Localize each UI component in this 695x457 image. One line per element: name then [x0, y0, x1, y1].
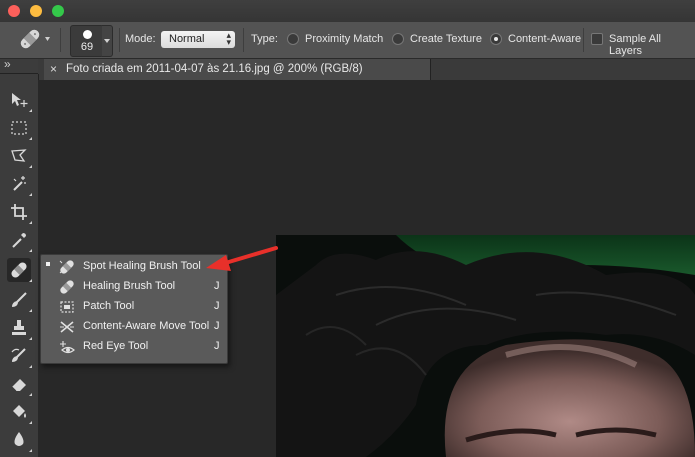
lasso-tool[interactable] [7, 144, 32, 168]
mode-select[interactable]: Normal ▴ ▾ [161, 31, 235, 48]
bandage-icon [60, 280, 74, 294]
brush-size-picker[interactable]: 69 [70, 25, 104, 57]
magic-wand-icon [13, 176, 26, 191]
tool-group-indicator [29, 365, 32, 368]
eraser-icon [11, 379, 26, 392]
toolbar-header: » [0, 57, 38, 74]
menu-item-label: Red Eye Tool [83, 340, 149, 352]
tool-group-indicator [29, 165, 32, 168]
tool-group-indicator [29, 309, 32, 312]
tool-group-indicator [29, 193, 32, 196]
lasso-icon [11, 149, 27, 162]
tool-group-indicator [29, 137, 32, 140]
sample-all-layers-label[interactable]: Sample All Layers [609, 33, 695, 57]
close-tab-icon[interactable]: × [50, 62, 57, 76]
options-bar: 69 Mode: Normal ▴ ▾ Type: Proximity Match… [0, 22, 695, 59]
tool-group-indicator [29, 337, 32, 340]
move-icon [12, 93, 28, 107]
document-tab-bar: × Foto criada em 2011-04-07 às 21.16.jpg… [38, 59, 695, 81]
patch-icon [60, 301, 74, 313]
rectangular-marquee-tool[interactable] [7, 116, 32, 140]
proximity-match-label[interactable]: Proximity Match [305, 33, 383, 45]
content-aware-move-icon [60, 321, 74, 333]
menu-item-red-eye[interactable]: Red Eye Tool J [41, 337, 227, 357]
eye-icon [60, 341, 75, 354]
photo-content [276, 235, 695, 457]
clone-stamp-tool[interactable] [7, 316, 32, 340]
updown-chevron-icon: ▴ ▾ [226, 30, 231, 47]
divider [60, 28, 61, 52]
tool-group-indicator [29, 421, 32, 424]
marquee-icon [11, 121, 27, 135]
sample-all-layers-checkbox[interactable] [591, 33, 603, 45]
menu-item-label: Healing Brush Tool [83, 280, 176, 292]
menu-item-label: Content-Aware Move Tool [83, 320, 210, 332]
collapse-panel-icon[interactable]: » [4, 57, 11, 71]
brush-tip-preview [83, 30, 92, 39]
menu-item-shortcut: J [214, 280, 220, 292]
brush-picker-arrow[interactable] [102, 25, 113, 57]
create-texture-radio[interactable] [392, 33, 404, 45]
window-titlebar [0, 0, 695, 22]
tool-group-indicator [29, 449, 32, 452]
document-tab[interactable]: × Foto criada em 2011-04-07 às 21.16.jpg… [44, 59, 431, 80]
blur-tool[interactable] [7, 428, 32, 452]
tool-group-indicator [29, 279, 32, 282]
menu-item-label: Spot Healing Brush Tool [83, 260, 201, 272]
bandage-icon [20, 29, 50, 49]
eyedropper-tool[interactable] [7, 228, 32, 252]
bucket-icon [13, 405, 26, 418]
tool-group-indicator [29, 393, 32, 396]
tool-group-indicator [29, 249, 32, 252]
menu-item-shortcut: J [214, 300, 220, 312]
history-brush-tool[interactable] [7, 344, 32, 368]
mode-select-value: Normal [169, 33, 205, 45]
menu-item-patch-tool[interactable]: Patch Tool J [41, 297, 227, 317]
menu-item-healing-brush[interactable]: Healing Brush Tool J [41, 277, 227, 297]
annotation-arrow [206, 246, 278, 271]
eraser-tool[interactable] [7, 372, 32, 396]
menu-item-shortcut: J [214, 340, 220, 352]
create-texture-label[interactable]: Create Texture [410, 33, 482, 45]
type-label: Type: [251, 33, 278, 45]
bandage-icon [59, 260, 74, 274]
close-window-button[interactable] [8, 5, 20, 17]
move-tool[interactable] [7, 88, 32, 112]
document-tab-title: Foto criada em 2011-04-07 às 21.16.jpg @… [66, 63, 363, 75]
proximity-match-radio[interactable] [287, 33, 299, 45]
brush-icon [12, 292, 27, 307]
stamp-icon [12, 320, 26, 335]
menu-item-shortcut: J [214, 320, 220, 332]
chevron-down-icon [104, 39, 110, 43]
crop-tool[interactable] [7, 200, 32, 224]
divider [119, 28, 120, 52]
magic-wand-tool[interactable] [7, 172, 32, 196]
tool-group-indicator [29, 221, 32, 224]
content-aware-label[interactable]: Content-Aware [508, 33, 581, 45]
tool-preset-picker[interactable] [10, 27, 52, 51]
zoom-window-button[interactable] [52, 5, 64, 17]
menu-item-content-aware-move[interactable]: Content-Aware Move Tool J [41, 317, 227, 337]
content-aware-radio[interactable] [490, 33, 502, 45]
paint-bucket-tool[interactable] [7, 400, 32, 424]
divider [243, 28, 244, 52]
brush-size-value: 69 [80, 41, 94, 53]
divider [583, 28, 584, 52]
tool-group-indicator [29, 109, 32, 112]
tools-panel [0, 74, 39, 457]
blur-icon [14, 432, 24, 446]
crop-icon [11, 204, 27, 220]
minimize-window-button[interactable] [30, 5, 42, 17]
bandage-icon [11, 262, 27, 278]
brush-tool[interactable] [7, 288, 32, 312]
eyedropper-icon [12, 233, 26, 248]
spot-healing-tool[interactable] [7, 258, 32, 282]
history-brush-icon [11, 348, 26, 362]
document-image[interactable] [276, 235, 695, 457]
menu-item-label: Patch Tool [83, 300, 135, 312]
selected-bullet-icon [46, 262, 50, 266]
mode-label: Mode: [125, 33, 156, 45]
